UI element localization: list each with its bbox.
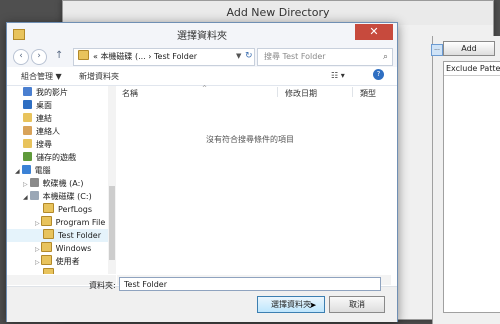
folder-icon [43,268,54,274]
new-folder-button[interactable]: 新增資料夾 [79,71,119,82]
folder-icon [43,229,54,239]
tree-item-label: PerfLogs [58,205,93,214]
tree-scrollbar-thumb[interactable] [109,186,115,260]
tree-item-computer[interactable]: ◢ 電腦 [15,164,51,177]
column-name[interactable]: 名稱 [122,88,138,99]
folder-icon [40,216,52,226]
column-divider [277,87,278,97]
folder-input[interactable]: Test Folder [119,277,381,291]
tree-item-label: 連結 [36,114,52,123]
tree-item-floppy[interactable]: ▷ 軟碟機 (A:) [23,177,83,190]
expand-chevron-icon[interactable]: ◢ [23,194,28,201]
exclude-patterns-header: Exclude Patterns [444,62,500,76]
expand-arrow-icon[interactable]: ▷ [23,181,28,188]
tree-item-perflogs[interactable]: PerfLogs [43,203,92,216]
tree-item-label: Test Folder [58,231,102,240]
sort-arrow-icon: ^ [202,85,208,92]
tree-item-saved-games[interactable]: 儲存的遊戲 [23,151,76,164]
cancel-button[interactable]: 取消 [329,296,385,313]
computer-icon [21,165,31,174]
tree-item-label: 我的影片 [36,88,68,97]
select-folder-dialog: 選擇資料夾 ✕ ‹ › ↑ « 本機磁碟 (... › Test Folder … [6,22,398,322]
dialog-title: 選擇資料夾 [177,31,227,42]
tree-item-label: 使用者 [55,257,80,266]
tree-item-videos[interactable]: 我的影片 [23,86,68,99]
close-button[interactable]: ✕ [355,24,393,40]
column-modified[interactable]: 修改日期 [285,88,317,99]
tree-item-label: 電腦 [34,166,51,175]
tree-item-label: 連絡人 [36,127,60,136]
tree-item-desktop[interactable]: 桌面 [23,99,52,112]
help-icon[interactable]: ? [373,69,384,80]
expand-arrow-icon[interactable]: ▷ [35,246,40,253]
folder-icon [40,255,52,265]
tree-item-label: 儲存的遊戲 [36,153,76,162]
search-input[interactable]: 搜尋 Test Folder ⌕ [257,48,393,66]
tree-item-contacts[interactable]: 連絡人 [23,125,60,138]
tree-item-local-disk[interactable]: ◢ 本機磁碟 (C:) [23,190,92,203]
chevron-down-icon[interactable]: ▼ [236,52,241,60]
folder-label: 資料夾: [89,281,116,290]
view-options-icon[interactable]: ☷ ▾ [331,71,345,80]
breadcrumb[interactable]: « 本機磁碟 (... › Test Folder [73,48,255,66]
browse-button[interactable]: ... [431,44,443,56]
up-arrow-icon[interactable]: ↑ [55,50,63,61]
tree-item-label: 本機磁碟 (C:) [42,192,92,201]
tree-item-label: Program File [55,218,106,227]
folder-tree[interactable]: 我的影片 桌面 連結 連絡人 搜尋 儲存的遊戲 ◢ 電腦 ▷ 軟碟機 (A:) ◢ 本… [7,86,108,274]
folder-icon [43,203,54,213]
tree-item-label: 桌面 [36,101,52,110]
expand-arrow-icon[interactable]: ▷ [35,259,40,266]
empty-message: 沒有符合搜尋條件的項目 [206,135,294,144]
folder-icon [78,50,89,60]
command-toolbar: 組合管理 ▼ 新增資料夾 ☷ ▾ ? [7,67,397,86]
column-divider [352,87,353,97]
add-button[interactable]: Add [443,41,495,56]
tree-item-label: Windows [55,244,92,253]
back-icon[interactable]: ‹ [13,49,29,65]
search-placeholder: 搜尋 Test Folder [264,52,326,61]
tree-item-label: 搜尋 [36,140,52,149]
tree-item-links[interactable]: 連結 [23,112,52,125]
games-folder-icon [23,152,32,161]
folder-icon [40,242,52,252]
desktop-icon [23,100,32,109]
tree-scrollbar[interactable] [108,86,116,274]
file-list[interactable] [117,86,391,285]
tree-item-label: 軟碟機 (A:) [42,179,84,188]
contacts-icon [23,126,32,135]
tree-item-searches[interactable]: 搜尋 [23,138,52,151]
organize-menu[interactable]: 組合管理 ▼ [21,71,62,82]
drive-icon [29,191,39,200]
tree-item-windows[interactable]: ▷ Windows [35,242,91,255]
refresh-icon[interactable]: ↻ [245,51,253,61]
breadcrumb-path: « 本機磁碟 (... › Test Folder [93,52,198,61]
navigation-bar: ‹ › ↑ « 本機磁碟 (... › Test Folder ▼ ↻ 搜尋 T… [7,45,397,67]
links-folder-icon [23,113,32,122]
tree-item-partial[interactable] [43,268,58,274]
expand-arrow-icon[interactable]: ▷ [35,220,40,227]
column-type[interactable]: 類型 [360,88,376,99]
floppy-icon [29,178,39,187]
expand-chevron-icon[interactable]: ◢ [15,168,20,175]
video-folder-icon [23,87,32,96]
dialog-titlebar: 選擇資料夾 ✕ [7,23,397,45]
tree-item-test-folder[interactable]: Test Folder [7,229,108,242]
tree-item-program-files[interactable]: ▷ Program File [35,216,105,229]
mouse-cursor-icon: ➤ [309,301,317,311]
exclude-patterns-list[interactable]: Exclude Patterns [443,61,500,313]
search-icon: ⌕ [382,52,388,62]
forward-icon[interactable]: › [31,49,47,65]
search-folder-icon [23,139,32,148]
tree-item-users[interactable]: ▷ 使用者 [35,255,80,268]
